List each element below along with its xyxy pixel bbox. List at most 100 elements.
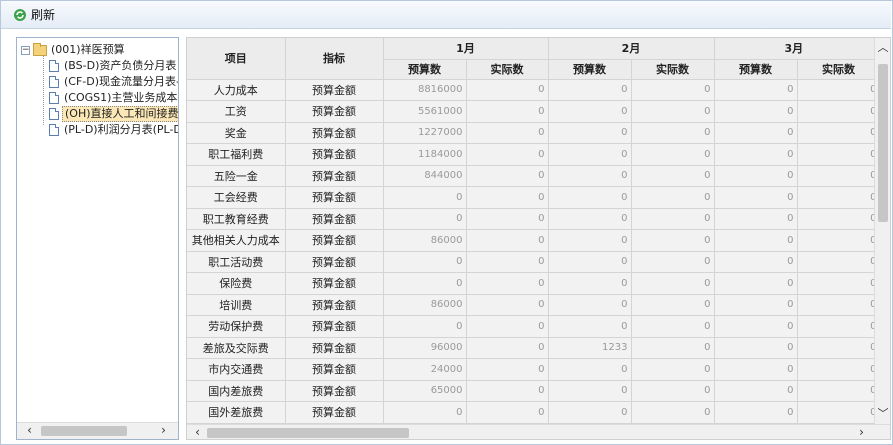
cell-value[interactable]: 0 xyxy=(797,251,876,273)
refresh-button[interactable]: 刷新 xyxy=(9,4,59,26)
cell-value[interactable]: 0 xyxy=(631,358,715,381)
cell-value[interactable]: 0 xyxy=(466,165,549,187)
cell-value[interactable]: 0 xyxy=(466,272,549,295)
cell-item[interactable]: 国内差旅费 xyxy=(187,380,286,402)
cell-value[interactable]: 0 xyxy=(714,251,798,273)
cell-item[interactable]: 保险费 xyxy=(187,272,286,295)
cell-value[interactable]: 1233 xyxy=(548,337,632,359)
cell-value[interactable]: 0 xyxy=(631,294,715,316)
scroll-right-icon[interactable]: › xyxy=(853,425,870,439)
table-row[interactable]: 差旅及交际费预算金额9600001233000 xyxy=(187,337,876,359)
header-indicator[interactable]: 指标 xyxy=(285,38,384,80)
cell-value[interactable]: 0 xyxy=(631,272,715,295)
cell-value[interactable]: 0 xyxy=(797,186,876,209)
cell-value[interactable]: 0 xyxy=(631,79,715,101)
cell-indicator[interactable]: 预算金额 xyxy=(285,122,384,144)
cell-indicator[interactable]: 预算金额 xyxy=(285,186,384,209)
cell-value[interactable]: 0 xyxy=(466,208,549,230)
table-row[interactable]: 国内差旅费预算金额6500000000 xyxy=(187,380,876,402)
tree-node-pl[interactable]: (PL-D)利润分月表(PL-D) xyxy=(49,122,178,138)
table-row[interactable]: 保险费预算金额000000 xyxy=(187,272,876,295)
grid-vertical-scrollbar[interactable]: ︿ ﹀ xyxy=(874,38,890,424)
cell-value[interactable]: 0 xyxy=(631,100,715,123)
cell-value[interactable]: 1227000 xyxy=(383,122,467,144)
cell-indicator[interactable]: 预算金额 xyxy=(285,337,384,359)
cell-item[interactable]: 职工教育经费 xyxy=(187,208,286,230)
cell-value[interactable]: 0 xyxy=(797,165,876,187)
cell-value[interactable]: 86000 xyxy=(383,294,467,316)
header-month-2[interactable]: 2月 xyxy=(548,38,715,60)
scroll-left-icon[interactable]: ‹ xyxy=(21,423,38,439)
cell-value[interactable]: 0 xyxy=(548,79,632,101)
cell-value[interactable]: 0 xyxy=(383,315,467,338)
cell-value[interactable]: 0 xyxy=(383,401,467,424)
cell-indicator[interactable]: 预算金额 xyxy=(285,208,384,230)
cell-item[interactable]: 市内交通费 xyxy=(187,358,286,381)
cell-indicator[interactable]: 预算金额 xyxy=(285,143,384,166)
tree-node-oh[interactable]: (OH)直接人工和间接费用 xyxy=(49,106,178,122)
cell-value[interactable]: 0 xyxy=(548,122,632,144)
cell-value[interactable]: 0 xyxy=(631,337,715,359)
cell-value[interactable]: 0 xyxy=(383,186,467,209)
cell-value[interactable]: 0 xyxy=(714,294,798,316)
cell-item[interactable]: 职工福利费 xyxy=(187,143,286,166)
cell-value[interactable]: 0 xyxy=(548,401,632,424)
cell-value[interactable]: 0 xyxy=(797,208,876,230)
tree-horizontal-scrollbar[interactable]: ‹ › xyxy=(17,422,178,439)
header-item[interactable]: 项目 xyxy=(187,38,286,80)
cell-item[interactable]: 劳动保护费 xyxy=(187,315,286,338)
cell-value[interactable]: 0 xyxy=(466,79,549,101)
cell-value[interactable]: 0 xyxy=(383,272,467,295)
cell-value[interactable]: 0 xyxy=(714,229,798,252)
cell-value[interactable]: 0 xyxy=(797,294,876,316)
cell-value[interactable]: 0 xyxy=(631,186,715,209)
table-row[interactable]: 工资预算金额556100000000 xyxy=(187,100,876,123)
cell-item[interactable]: 五险一金 xyxy=(187,165,286,187)
cell-value[interactable]: 0 xyxy=(466,186,549,209)
cell-indicator[interactable]: 预算金额 xyxy=(285,315,384,338)
cell-value[interactable]: 0 xyxy=(714,380,798,402)
scrollbar-thumb[interactable] xyxy=(207,428,409,438)
scroll-left-icon[interactable]: ‹ xyxy=(189,425,206,439)
cell-indicator[interactable]: 预算金额 xyxy=(285,100,384,123)
header-actual[interactable]: 实际数 xyxy=(466,59,549,80)
cell-value[interactable]: 0 xyxy=(631,143,715,166)
cell-indicator[interactable]: 预算金额 xyxy=(285,79,384,101)
cell-value[interactable]: 0 xyxy=(466,401,549,424)
cell-item[interactable]: 工资 xyxy=(187,100,286,123)
cell-value[interactable]: 0 xyxy=(466,358,549,381)
cell-value[interactable]: 0 xyxy=(714,358,798,381)
cell-value[interactable]: 0 xyxy=(797,122,876,144)
cell-value[interactable]: 0 xyxy=(631,380,715,402)
cell-value[interactable]: 0 xyxy=(714,272,798,295)
cell-item[interactable]: 工会经费 xyxy=(187,186,286,209)
cell-value[interactable]: 0 xyxy=(714,165,798,187)
table-row[interactable]: 培训费预算金额8600000000 xyxy=(187,294,876,316)
cell-value[interactable]: 0 xyxy=(797,272,876,295)
table-row[interactable]: 职工活动费预算金额000000 xyxy=(187,251,876,273)
cell-item[interactable]: 差旅及交际费 xyxy=(187,337,286,359)
cell-item[interactable]: 人力成本 xyxy=(187,79,286,101)
cell-indicator[interactable]: 预算金额 xyxy=(285,358,384,381)
cell-value[interactable]: 0 xyxy=(548,143,632,166)
cell-value[interactable]: 0 xyxy=(466,294,549,316)
cell-indicator[interactable]: 预算金额 xyxy=(285,294,384,316)
cell-value[interactable]: 0 xyxy=(383,208,467,230)
cell-indicator[interactable]: 预算金额 xyxy=(285,380,384,402)
cell-value[interactable]: 24000 xyxy=(383,358,467,381)
cell-value[interactable]: 0 xyxy=(797,143,876,166)
cell-item[interactable]: 其他相关人力成本 xyxy=(187,229,286,252)
table-row[interactable]: 市内交通费预算金额2400000000 xyxy=(187,358,876,381)
header-budget[interactable]: 预算数 xyxy=(548,59,632,80)
tree-node-cogs[interactable]: (COGS1)主营业务成本-分 xyxy=(49,90,178,106)
cell-value[interactable]: 0 xyxy=(548,272,632,295)
cell-value[interactable]: 0 xyxy=(714,315,798,338)
cell-value[interactable]: 0 xyxy=(714,208,798,230)
cell-value[interactable]: 0 xyxy=(631,315,715,338)
cell-value[interactable]: 0 xyxy=(797,380,876,402)
cell-value[interactable]: 0 xyxy=(797,401,876,424)
tree-node-bs[interactable]: (BS-D)资产负债分月表 xyxy=(49,58,178,74)
cell-value[interactable]: 0 xyxy=(631,122,715,144)
cell-value[interactable]: 0 xyxy=(714,186,798,209)
cell-value[interactable]: 0 xyxy=(714,122,798,144)
